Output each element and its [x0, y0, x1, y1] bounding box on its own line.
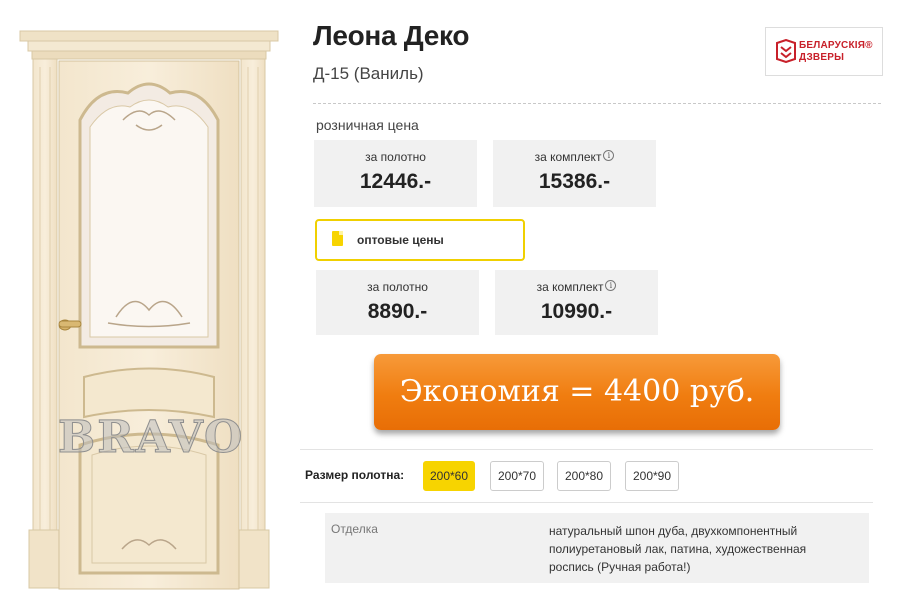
brand-logo[interactable]: БЕЛАРУСКІЯ® ДЗВЕРЫ: [765, 27, 883, 76]
retail-per-set-box: за комплект i 15386.-: [493, 140, 656, 207]
document-icon: [332, 231, 343, 246]
size-option-200x60[interactable]: 200*60: [423, 461, 475, 491]
brand-line-1: БЕЛАРУСКІЯ®: [799, 40, 873, 51]
door-image: [19, 30, 279, 590]
wholesale-per-leaf-price: 8890.-: [367, 300, 428, 323]
brand-mark-icon: [776, 39, 796, 63]
size-label: Размер полотна:: [305, 468, 405, 482]
size-option-200x70[interactable]: 200*70: [490, 461, 544, 491]
header-divider: [313, 103, 881, 104]
size-option-200x80[interactable]: 200*80: [557, 461, 611, 491]
wholesale-per-leaf-box: за полотно 8890.-: [316, 270, 479, 335]
info-icon[interactable]: i: [603, 150, 615, 161]
info-icon[interactable]: i: [605, 280, 617, 291]
savings-banner: Экономия = 4400 руб.: [374, 354, 780, 430]
spec-key: Отделка: [331, 522, 378, 536]
wholesale-per-set-price: 10990.-: [540, 300, 613, 323]
wholesale-prices-toggle[interactable]: оптовые цены: [315, 219, 525, 261]
product-title: Леона Деко: [313, 20, 470, 51]
retail-per-leaf-label: за полотно: [365, 150, 426, 164]
retail-per-set-price: 15386.-: [538, 170, 611, 193]
retail-per-set-label: за комплект: [534, 150, 602, 164]
spec-row: Отделка натуральный шпон дуба, двухкомпо…: [325, 513, 869, 583]
divider: [300, 449, 873, 450]
wholesale-per-set-box: за комплект i 10990.-: [495, 270, 658, 335]
retail-price-label: розничная цена: [316, 117, 419, 133]
brand-line-2: ДЗВЕРЫ: [799, 52, 845, 63]
watermark-logo: BRAVO: [57, 412, 245, 464]
retail-per-leaf-price: 12446.-: [359, 170, 432, 193]
wholesale-label: оптовые цены: [357, 233, 444, 247]
spec-value: натуральный шпон дуба, двухкомпонентный …: [549, 524, 807, 574]
wholesale-per-leaf-label: за полотно: [367, 280, 428, 294]
divider: [300, 502, 873, 503]
product-subtitle: Д-15 (Ваниль): [313, 64, 424, 83]
retail-per-leaf-box: за полотно 12446.-: [314, 140, 477, 207]
size-option-200x90[interactable]: 200*90: [625, 461, 679, 491]
wholesale-per-set-label: за комплект: [536, 280, 604, 294]
